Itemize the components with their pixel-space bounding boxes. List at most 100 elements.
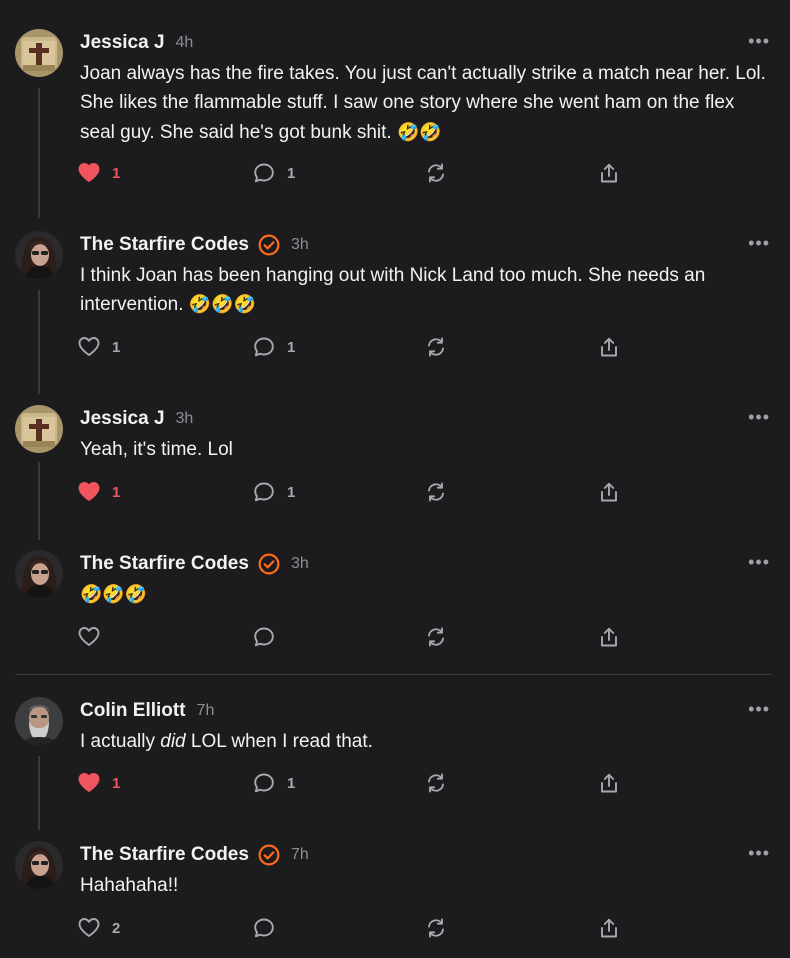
avatar[interactable] [15,29,63,77]
author-name[interactable]: Jessica J [80,32,165,54]
comment-body: Joan always has the fire takes. You just… [80,59,770,147]
comment-icon [254,163,274,183]
avatar[interactable] [15,697,63,745]
thread-line [38,462,40,540]
comment-header: Colin Elliott 7h [80,697,214,725]
comment-icon [254,627,274,647]
heart-icon [78,337,100,356]
comment-icon [254,337,274,357]
timestamp[interactable]: 7h [291,846,309,864]
share-button[interactable] [598,159,620,187]
action-bar: 1 1 [78,478,638,506]
restack-icon [428,482,444,502]
reply-button[interactable]: 1 [253,478,295,506]
like-button[interactable]: 1 [78,769,120,797]
author-name[interactable]: The Starfire Codes [80,553,249,575]
heart-icon [78,163,100,182]
like-button[interactable]: 1 [78,478,120,506]
reply-button[interactable]: 1 [253,769,295,797]
more-icon[interactable]: ••• [748,552,770,573]
more-icon[interactable]: ••• [748,31,770,52]
more-icon[interactable]: ••• [748,699,770,720]
like-count: 1 [112,164,121,182]
action-bar: 1 1 [78,769,638,797]
avatar[interactable] [15,231,63,279]
reply-count: 1 [287,774,296,792]
reply-count: 1 [287,164,296,182]
comment-text-after: LOL when I read that. [185,731,373,752]
like-button[interactable]: 1 [78,333,120,361]
comment-text: I think Joan has been hanging out with N… [80,265,706,316]
author-name[interactable]: The Starfire Codes [80,234,249,256]
share-icon [601,627,617,647]
action-bar: 1 1 [78,333,638,361]
verified-badge-icon [258,553,280,575]
timestamp[interactable]: 3h [176,410,194,428]
avatar[interactable] [15,405,63,453]
more-icon[interactable]: ••• [748,233,770,254]
heart-icon [78,482,100,501]
share-icon [601,482,617,502]
more-icon[interactable]: ••• [748,407,770,428]
reply-button[interactable]: 1 [253,333,295,361]
restack-button[interactable] [425,333,447,361]
share-button[interactable] [598,333,620,361]
action-bar: 2 [78,914,638,942]
restack-icon [428,163,444,183]
restack-icon [428,773,444,793]
share-button[interactable] [598,478,620,506]
like-count: 1 [112,774,121,792]
reply-count: 1 [287,338,296,356]
comment-icon [254,773,274,793]
timestamp[interactable]: 4h [176,34,194,52]
avatar[interactable] [15,550,63,598]
verified-badge-icon [258,844,280,866]
share-button[interactable] [598,769,620,797]
comment-emoji: 🤣🤣🤣 [80,584,148,605]
more-icon[interactable]: ••• [748,843,770,864]
restack-button[interactable] [425,478,447,506]
comment-body: Hahahaha!! [80,871,770,900]
comment-text-emphasis: did [160,731,186,752]
comment-body: I think Joan has been hanging out with N… [80,261,770,320]
share-icon [601,773,617,793]
reply-button[interactable] [253,914,275,942]
heart-icon [78,773,100,792]
like-button[interactable]: 1 [78,159,120,187]
restack-button[interactable] [425,914,447,942]
avatar[interactable] [15,841,63,889]
timestamp[interactable]: 7h [197,702,215,720]
author-name[interactable]: The Starfire Codes [80,844,249,866]
timestamp[interactable]: 3h [291,555,309,573]
reply-button[interactable]: 1 [253,159,295,187]
restack-button[interactable] [425,769,447,797]
restack-button[interactable] [425,159,447,187]
share-button[interactable] [598,914,620,942]
share-icon [601,163,617,183]
timestamp[interactable]: 3h [291,236,309,254]
restack-icon [428,627,444,647]
comment-emoji: 🤣🤣 [396,121,442,143]
share-button[interactable] [598,623,620,651]
comment-header: The Starfire Codes 3h [80,231,309,259]
author-name[interactable]: Jessica J [80,408,165,430]
restack-button[interactable] [425,623,447,651]
like-button[interactable] [78,623,100,651]
restack-icon [428,337,444,357]
comment-text-before: I actually [80,731,161,752]
comment-body: 🤣🤣🤣 [80,580,770,609]
author-name[interactable]: Colin Elliott [80,700,186,722]
restack-icon [428,918,444,938]
comment-header: The Starfire Codes 7h [80,841,309,869]
like-count: 1 [112,483,121,501]
comment-body: I actually did LOL when I read that. [80,727,770,756]
verified-badge-icon [258,234,280,256]
comment-icon [254,918,274,938]
comment-emoji: 🤣🤣🤣 [188,294,257,316]
like-button[interactable]: 2 [78,914,120,942]
thread-line [38,756,40,830]
comment-header: Jessica J 3h [80,405,193,433]
share-icon [601,337,617,357]
reply-button[interactable] [253,623,275,651]
thread-line [38,290,40,394]
